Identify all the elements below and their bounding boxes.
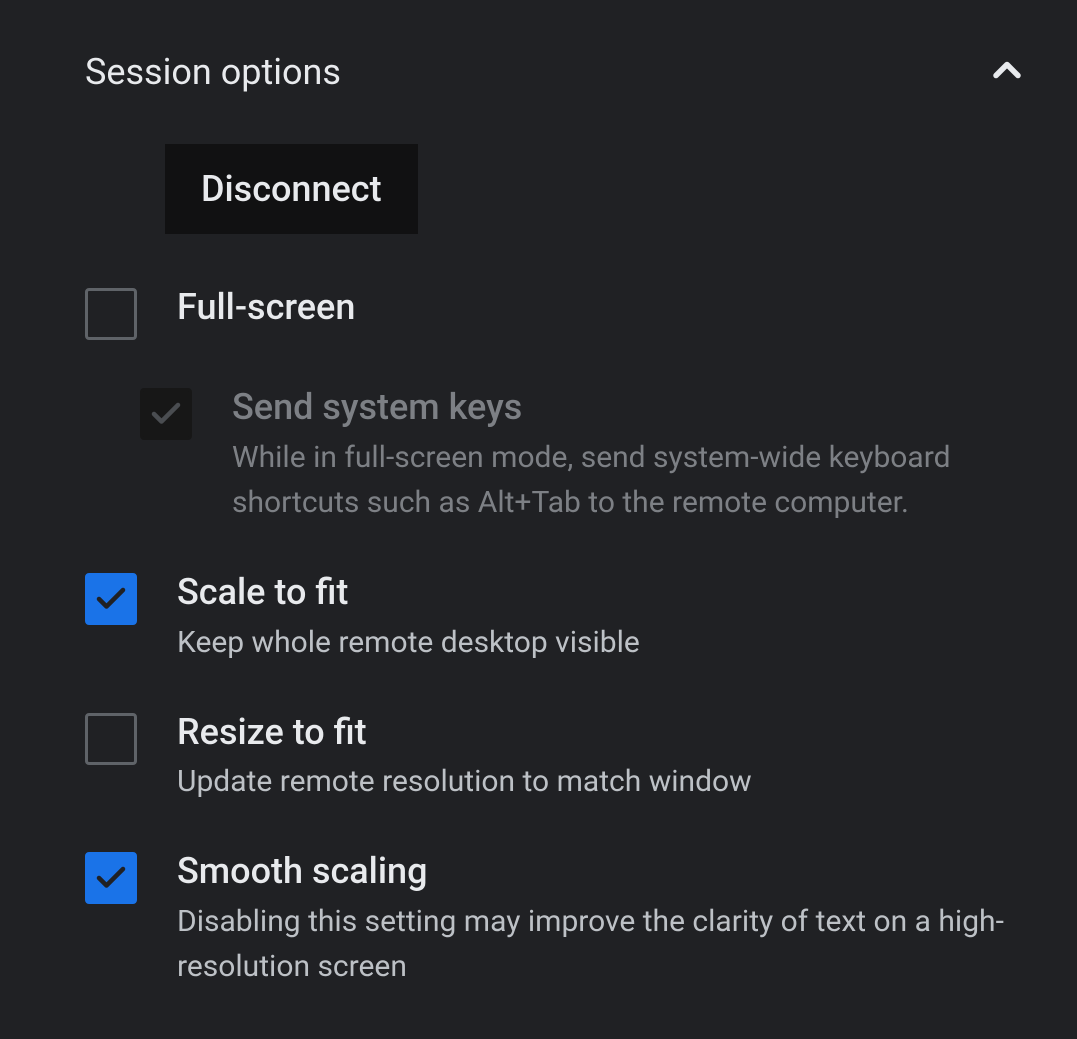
send-system-keys-desc: While in full-screen mode, send system-w…	[232, 435, 1037, 525]
smooth-scaling-title: Smooth scaling	[177, 848, 1037, 895]
collapse-toggle[interactable]	[977, 40, 1037, 104]
scale-to-fit-desc: Keep whole remote desktop visible	[177, 620, 1037, 665]
scale-to-fit-title: Scale to fit	[177, 569, 1037, 616]
send-system-keys-title: Send system keys	[232, 384, 1037, 431]
smooth-scaling-desc: Disabling this setting may improve the c…	[177, 899, 1037, 989]
disconnect-button[interactable]: Disconnect	[165, 144, 418, 234]
check-icon	[93, 860, 129, 896]
resize-to-fit-option: Resize to fit Update remote resolution t…	[85, 709, 1037, 805]
check-icon	[148, 396, 184, 432]
send-system-keys-checkbox	[140, 388, 192, 440]
resize-to-fit-content: Resize to fit Update remote resolution t…	[177, 709, 1037, 805]
fullscreen-option: Full-screen	[85, 284, 1037, 340]
section-title: Session options	[85, 51, 341, 93]
scale-to-fit-checkbox[interactable]	[85, 573, 137, 625]
check-icon	[93, 581, 129, 617]
resize-to-fit-checkbox[interactable]	[85, 713, 137, 765]
fullscreen-content: Full-screen	[177, 284, 1037, 331]
send-system-keys-content: Send system keys While in full-screen mo…	[232, 384, 1037, 525]
smooth-scaling-checkbox[interactable]	[85, 852, 137, 904]
chevron-up-icon	[985, 48, 1029, 92]
fullscreen-checkbox[interactable]	[85, 288, 137, 340]
smooth-scaling-content: Smooth scaling Disabling this setting ma…	[177, 848, 1037, 989]
resize-to-fit-desc: Update remote resolution to match window	[177, 759, 1037, 804]
resize-to-fit-title: Resize to fit	[177, 709, 1037, 756]
fullscreen-title: Full-screen	[177, 284, 1037, 331]
smooth-scaling-option: Smooth scaling Disabling this setting ma…	[85, 848, 1037, 989]
scale-to-fit-option: Scale to fit Keep whole remote desktop v…	[85, 569, 1037, 665]
section-header: Session options	[85, 40, 1037, 104]
send-system-keys-option: Send system keys While in full-screen mo…	[140, 384, 1037, 525]
scale-to-fit-content: Scale to fit Keep whole remote desktop v…	[177, 569, 1037, 665]
